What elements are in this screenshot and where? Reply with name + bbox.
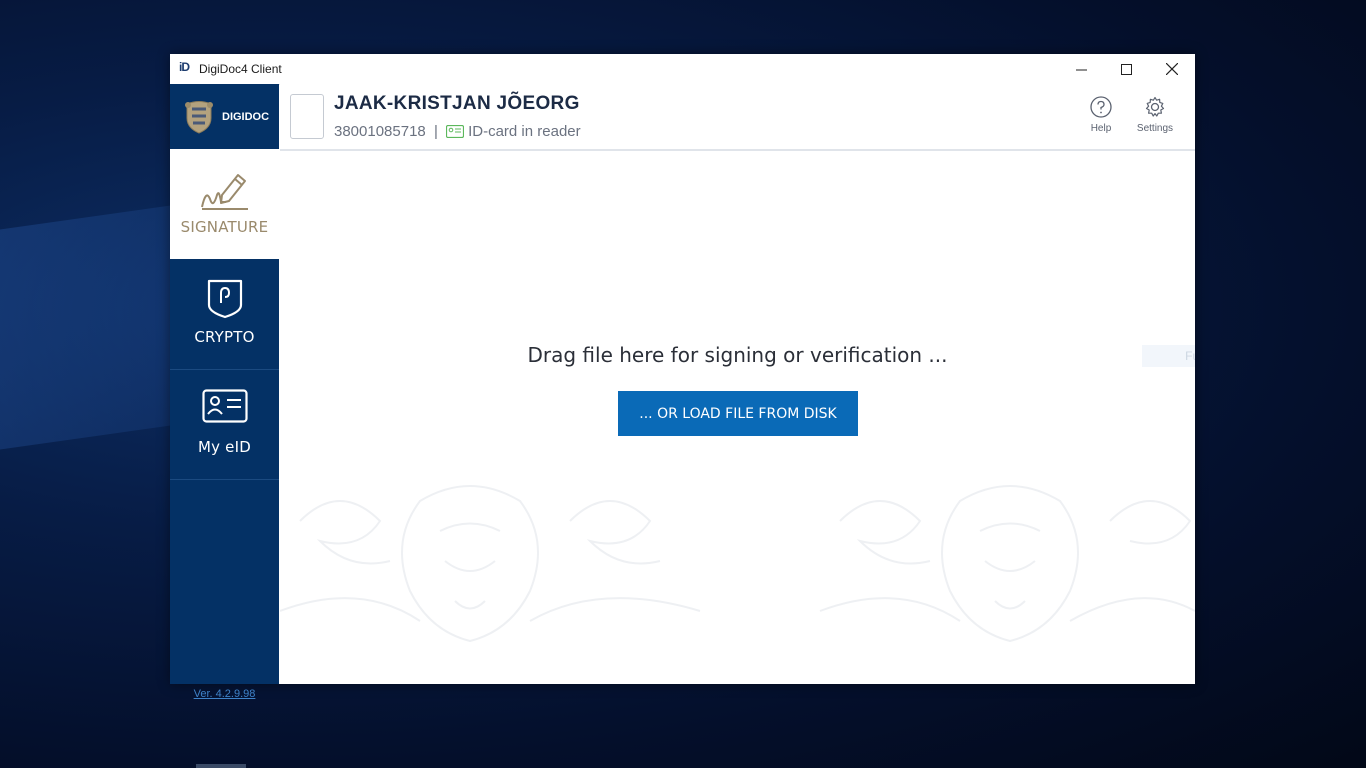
help-icon [1090, 96, 1112, 118]
user-name: JAAK-KRISTJAN JÕEORG [334, 93, 580, 114]
id-card-reader-icon [446, 125, 465, 138]
logo-text: DIGIDOC [222, 111, 270, 123]
id-card-icon [202, 389, 248, 423]
lion-watermark [280, 485, 1195, 643]
header: JAAK-KRISTJAN JÕEORG 38001085718 | ID-ca… [280, 84, 1195, 151]
drop-instruction: Drag file here for signing or verificati… [527, 343, 948, 367]
signature-pen-icon [201, 174, 248, 210]
card-status-text: ID-card in reader [468, 123, 581, 140]
coat-of-arms-icon [185, 101, 213, 134]
sidebar-item-label: SIGNATURE [180, 218, 269, 236]
sidebar: DIGIDOC SIGNATURE CRYPTO My eID Ver. 4.2… [170, 84, 279, 700]
close-icon [1166, 63, 1178, 75]
card-photo-placeholder [290, 94, 324, 139]
shield-lock-icon [207, 279, 243, 319]
title-bar: iD DigiDoc4 Client [170, 54, 1195, 85]
status-separator: | [434, 123, 438, 140]
personal-code: 38001085718 [334, 123, 426, 140]
sidebar-item-label: My eID [198, 438, 251, 456]
sidebar-item-signature[interactable]: SIGNATURE [170, 149, 279, 259]
maximize-button[interactable] [1103, 54, 1149, 84]
drop-area[interactable]: Full-screen Snip Drag file here for sign… [280, 151, 1195, 684]
minimize-button[interactable] [1058, 54, 1104, 84]
app-window: iD DigiDoc4 Client DIGIDOC SIGNATURE CRY… [170, 54, 1195, 700]
help-label: Help [1090, 123, 1112, 134]
help-button[interactable]: Help [1078, 96, 1124, 134]
window-title: DigiDoc4 Client [199, 62, 282, 76]
maximize-icon [1120, 63, 1132, 75]
card-status: | ID-card in reader [434, 123, 581, 140]
app-icon: iD [179, 60, 190, 74]
version-link[interactable]: Ver. 4.2.9.98 [170, 688, 279, 700]
settings-label: Settings [1136, 123, 1174, 134]
load-file-button[interactable]: ... OR LOAD FILE FROM DISK [618, 391, 858, 436]
close-button[interactable] [1149, 54, 1195, 84]
sidebar-item-my-eid[interactable]: My eID [170, 369, 279, 480]
taskbar-edge [196, 764, 246, 768]
gear-icon [1145, 96, 1165, 117]
sidebar-item-crypto[interactable]: CRYPTO [170, 259, 279, 370]
minimize-icon [1075, 69, 1087, 70]
digidoc-logo: DIGIDOC [170, 84, 279, 149]
settings-button[interactable]: Settings [1132, 96, 1178, 134]
sidebar-item-label: CRYPTO [194, 328, 255, 346]
